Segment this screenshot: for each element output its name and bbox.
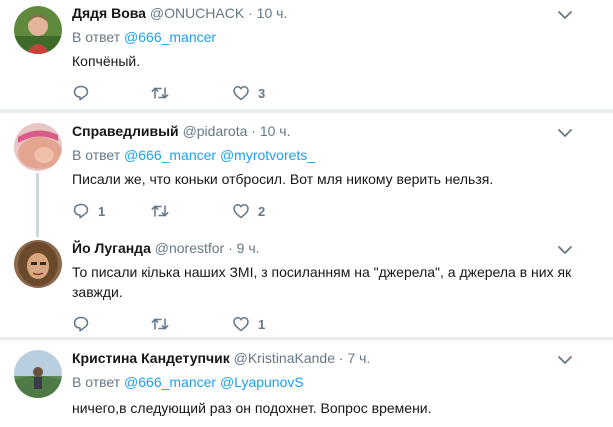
like-count: 2 <box>258 203 266 219</box>
user-name[interactable]: Дядя Вова <box>72 5 146 21</box>
reply-icon <box>73 85 89 101</box>
user-name[interactable]: Справедливый <box>72 123 179 139</box>
reply-context: В ответ @666_mancer <box>72 29 216 45</box>
reply-icon <box>73 316 89 332</box>
retweet-button[interactable] <box>150 201 178 221</box>
like-button[interactable]: 3 <box>232 83 265 103</box>
retweet-button[interactable] <box>150 314 178 334</box>
thread-connector <box>36 173 39 237</box>
user-name[interactable]: Йо Луганда <box>72 240 151 256</box>
like-icon <box>233 204 249 219</box>
like-button[interactable]: 2 <box>232 201 265 221</box>
user-handle[interactable]: @norestfor <box>155 240 224 256</box>
tweet-actions: 3 <box>72 83 332 103</box>
retweet-icon <box>151 318 169 330</box>
reply-prefix: В ответ <box>72 29 121 45</box>
timestamp[interactable]: 7 ч. <box>347 350 370 366</box>
avatar[interactable] <box>14 350 62 398</box>
like-icon <box>233 317 249 332</box>
tweet-text: Писали же, что коньки отбросил. Вот мля … <box>72 171 494 187</box>
separator: · <box>338 350 344 366</box>
tweet-text: Копчёный. <box>72 53 141 69</box>
retweet-icon <box>151 205 169 217</box>
like-icon <box>233 86 249 101</box>
timestamp[interactable]: 9 ч. <box>237 240 260 256</box>
tweet-header: Дядя Вова @ONUCHACK · 10 ч. <box>72 5 287 21</box>
tweet-header: Кристина Кандетупчик @KristinaKande · 7 … <box>72 350 370 366</box>
user-handle[interactable]: @pidarota <box>183 123 248 139</box>
tweet-text: ничего,в следующий раз он подохнет. Вопр… <box>72 400 432 416</box>
tweet-card[interactable]: Кристина Кандетупчик @KristinaKande · 7 … <box>0 340 613 427</box>
tweet-card[interactable]: Дядя Вова @ONUCHACK · 10 ч. В ответ @666… <box>0 0 613 109</box>
separator: · <box>248 5 253 21</box>
reply-button[interactable]: 1 <box>72 201 105 221</box>
user-handle[interactable]: @KristinaKande <box>234 350 335 366</box>
like-button[interactable]: 1 <box>232 314 265 334</box>
reply-context: В ответ @666_mancer @LyapunovS <box>72 374 304 390</box>
avatar[interactable] <box>14 240 62 288</box>
reply-context: В ответ @666_mancer @myrotvorets_ <box>72 147 315 163</box>
timestamp[interactable]: 10 ч. <box>260 123 291 139</box>
retweet-button[interactable] <box>150 83 178 103</box>
user-name[interactable]: Кристина Кандетупчик <box>72 350 230 366</box>
avatar[interactable] <box>14 6 62 54</box>
chevron-down-icon[interactable] <box>557 127 573 139</box>
reply-icon <box>73 203 89 219</box>
mention-links[interactable]: @666_mancer @myrotvorets_ <box>124 147 315 163</box>
retweet-icon <box>151 87 169 99</box>
tweet-header: Йо Луганда @norestfor · 9 ч. <box>72 240 260 256</box>
reply-button[interactable] <box>72 83 98 103</box>
reply-count: 1 <box>98 203 106 219</box>
user-handle[interactable]: @ONUCHACK <box>150 5 244 21</box>
mention-links[interactable]: @666_mancer <box>124 29 216 45</box>
like-count: 1 <box>258 316 266 332</box>
tweet-actions: 1 <box>72 314 332 334</box>
tweet-actions: 1 2 <box>72 201 332 221</box>
conversation-thread: Справедливый @pidarota · 10 ч. В ответ @… <box>0 113 613 337</box>
chevron-down-icon[interactable] <box>557 354 573 366</box>
tweet-text: То писали кілька наших ЗМІ, з посиланням… <box>72 264 572 300</box>
avatar[interactable] <box>14 123 62 171</box>
separator: · <box>251 123 256 139</box>
timestamp[interactable]: 10 ч. <box>257 5 288 21</box>
tweet-header: Справедливый @pidarota · 10 ч. <box>72 123 290 139</box>
like-count: 3 <box>258 85 266 101</box>
reply-prefix: В ответ <box>72 147 121 163</box>
chevron-down-icon[interactable] <box>557 244 573 256</box>
reply-prefix: В ответ <box>72 374 121 390</box>
separator: · <box>228 240 233 256</box>
mention-links[interactable]: @666_mancer @LyapunovS <box>124 374 304 390</box>
reply-button[interactable] <box>72 314 98 334</box>
chevron-down-icon[interactable] <box>557 9 573 21</box>
